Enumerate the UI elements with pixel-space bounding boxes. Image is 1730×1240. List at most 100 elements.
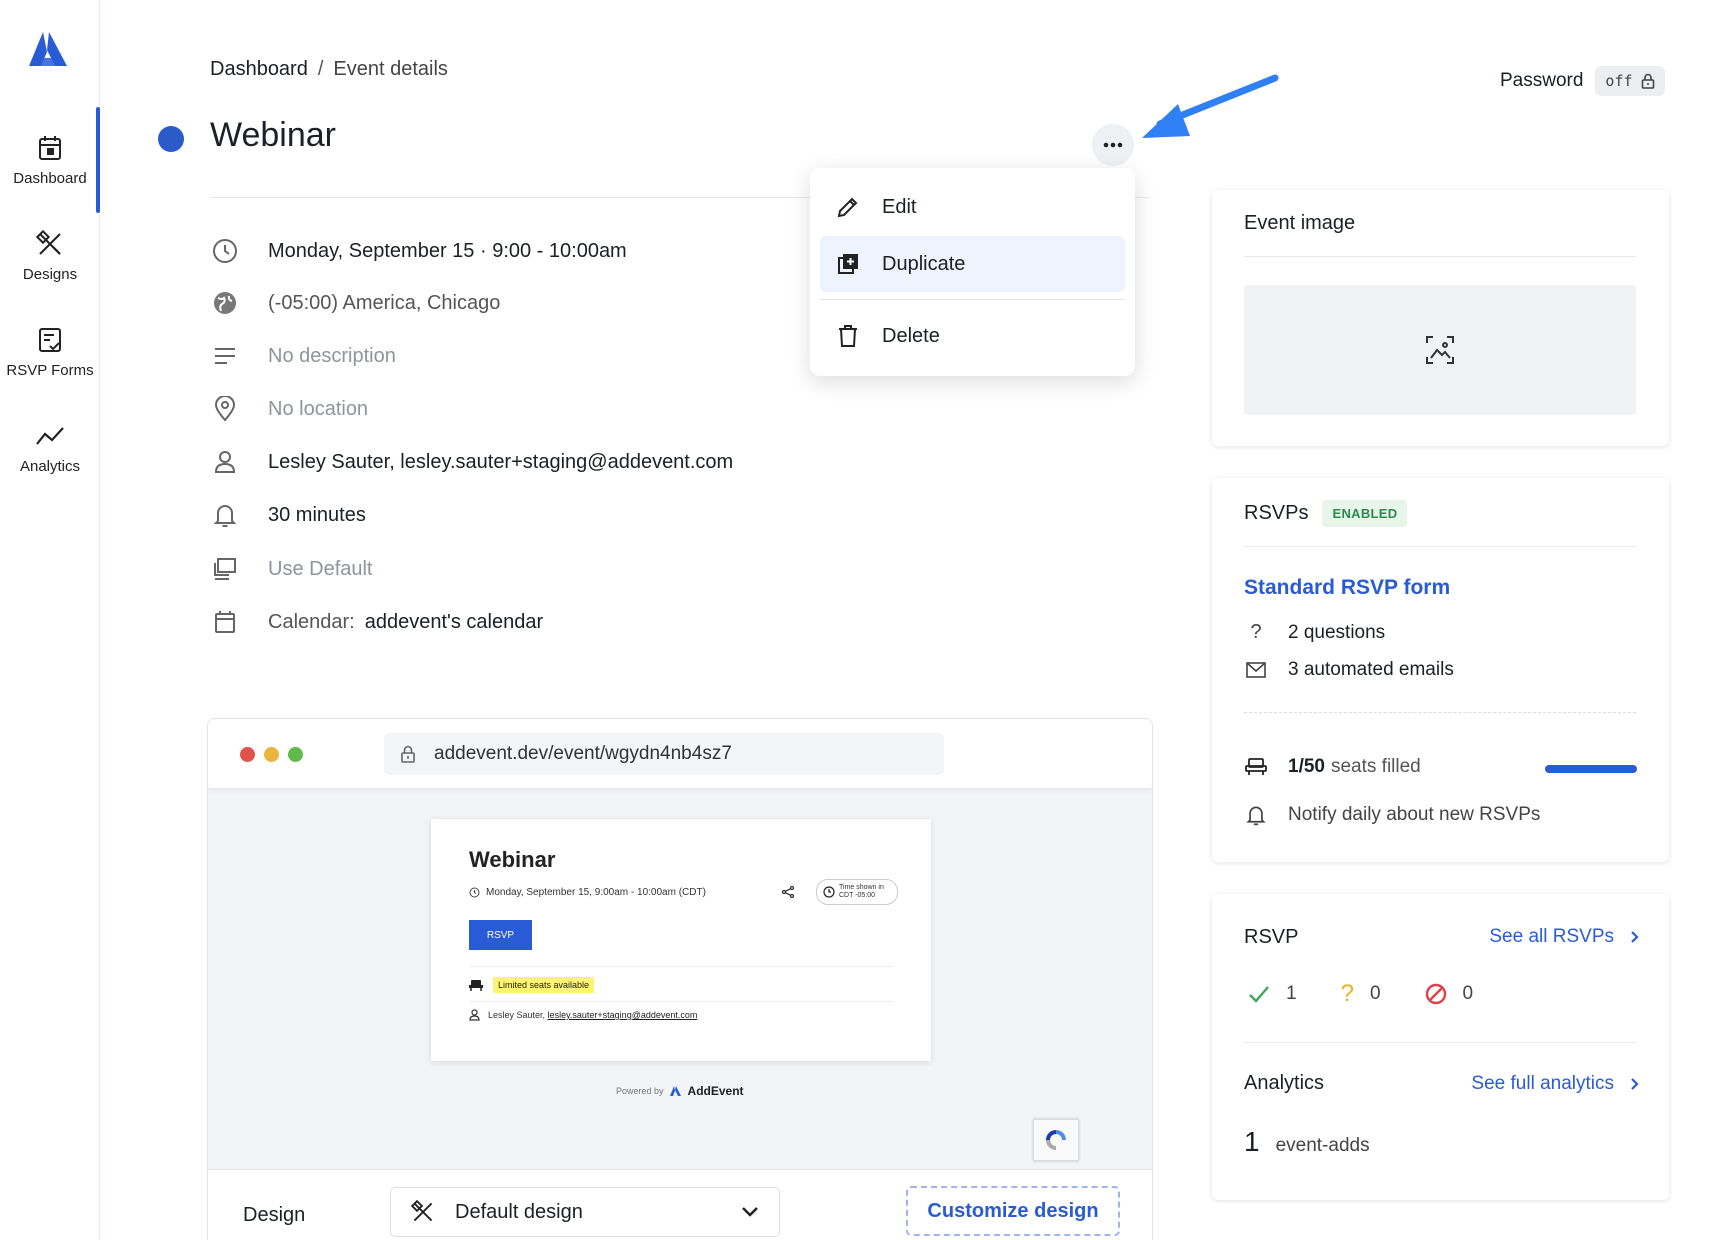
password-toggle[interactable]: off (1595, 66, 1665, 96)
addevent-logo-small (669, 1086, 681, 1096)
see-all-rsvps-link[interactable]: See all RSVPs (1489, 926, 1639, 948)
check-icon (1249, 986, 1269, 1003)
recaptcha-icon (1046, 1130, 1066, 1150)
seats-progress-bar (1545, 765, 1637, 773)
design-select-value: Default design (455, 1200, 583, 1223)
preview-divider (469, 966, 894, 967)
card-dashed-divider (1244, 712, 1636, 713)
preview-divider (469, 1001, 894, 1002)
sidebar: Dashboard Designs RSVP Forms Analytics (0, 0, 100, 1240)
detail-datetime[interactable]: Monday, September 15 · 9:00 - 10:00am (210, 236, 627, 266)
pointer-arrow-annotation (1142, 74, 1279, 138)
rsvp-counts: 1 ? 0 0 (1248, 980, 1473, 1008)
preview-seats: Limited seats available (469, 977, 595, 993)
detail-conference[interactable]: Use Default (210, 554, 373, 584)
analytics-line-icon (36, 427, 64, 445)
detail-timezone[interactable]: (-05:00) America, Chicago (210, 288, 500, 318)
breadcrumb: Dashboard / Event details (210, 58, 448, 81)
declined-icon (1425, 983, 1446, 1005)
window-minimize-dot (264, 747, 279, 762)
detail-description[interactable]: No description (210, 341, 396, 371)
customize-design-button[interactable]: Customize design (906, 1186, 1120, 1236)
detail-location-text: No location (268, 397, 369, 420)
powered-by-label: Powered by (616, 1086, 664, 1096)
calendar-icon (39, 136, 61, 160)
breadcrumb-dashboard[interactable]: Dashboard (210, 58, 308, 80)
event-adds-stat: 1 event-adds (1244, 1126, 1370, 1158)
event-color-dot[interactable] (158, 126, 184, 152)
preview-rsvp-button[interactable]: RSVP (469, 920, 532, 950)
preview-seats-badge: Limited seats available (493, 977, 595, 993)
menu-item-label: Delete (882, 324, 940, 347)
sidebar-item-label: Analytics (19, 458, 81, 475)
rsvp-notify-text: Notify daily about new RSVPs (1288, 804, 1541, 825)
detail-description-text: No description (268, 344, 396, 367)
rsvp-questions: ? 2 questions (1244, 621, 1385, 644)
design-tools-icon (36, 230, 61, 255)
preview-timezone-pill[interactable]: Time shown in CDT -05:00 (816, 879, 898, 905)
window-maximize-dot (288, 747, 303, 762)
breadcrumb-separator: / (317, 58, 324, 80)
pencil-icon (837, 197, 858, 218)
person-icon (214, 451, 236, 473)
detail-calendar[interactable]: Calendar: addevent's calendar (210, 607, 543, 637)
clock-icon (469, 887, 480, 898)
url-bar[interactable]: addevent.dev/event/wgydn4nb4sz7 (384, 733, 944, 775)
addevent-logo[interactable] (25, 28, 71, 74)
design-label: Design (243, 1204, 306, 1226)
rsvp-maybe-count: 0 (1369, 983, 1381, 1004)
trash-icon (839, 325, 857, 347)
chevron-down-icon (742, 1207, 758, 1217)
preview-tz-line2: CDT -05:00 (839, 892, 876, 899)
password-state: off (1605, 72, 1633, 90)
preview-event-date: Monday, September 15, 9:00am - 10:00am (… (469, 887, 706, 898)
see-full-analytics-link[interactable]: See full analytics (1471, 1073, 1639, 1095)
design-select[interactable]: Default design (390, 1187, 780, 1237)
sidebar-item-designs[interactable]: Designs (0, 230, 100, 283)
detail-timezone-text: (-05:00) America, Chicago (268, 291, 501, 314)
card-divider (1244, 1042, 1636, 1043)
menu-item-delete[interactable]: Delete (820, 308, 1125, 364)
seat-icon (1245, 758, 1267, 775)
preview-organizer-email[interactable]: lesley.sauter+staging@addevent.com (548, 1010, 698, 1020)
globe-icon (214, 292, 236, 314)
breadcrumb-current: Event details (333, 58, 448, 80)
share-icon[interactable] (781, 885, 795, 899)
chevron-right-icon (1631, 931, 1639, 943)
seat-icon (469, 980, 483, 991)
event-image-title: Event image (1244, 212, 1356, 234)
calendar-small-icon (215, 611, 235, 633)
password-toggle-group: Password off (1500, 66, 1665, 96)
active-nav-indicator (96, 107, 100, 213)
card-divider (1244, 256, 1636, 257)
rsvp-seats-text: seats filled (1330, 756, 1421, 777)
form-check-icon (39, 328, 61, 352)
detail-reminder[interactable]: 30 minutes (210, 500, 366, 530)
detail-datetime-text: Monday, September 15 · 9:00 - 10:00am (268, 239, 627, 262)
detail-organizer[interactable]: Lesley Sauter, lesley.sauter+staging@add… (210, 447, 733, 477)
event-adds-label: event-adds (1275, 1135, 1370, 1156)
preview-event-title: Webinar (469, 847, 556, 872)
detail-conference-text: Use Default (268, 557, 373, 580)
sidebar-item-label: RSVP Forms (6, 362, 94, 379)
rsvp-notify[interactable]: Notify daily about new RSVPs (1244, 804, 1540, 826)
menu-item-edit[interactable]: Edit (820, 179, 1125, 235)
sidebar-item-analytics[interactable]: Analytics (0, 422, 100, 475)
window-controls (240, 747, 303, 762)
event-image-upload[interactable] (1244, 285, 1636, 415)
menu-divider (820, 299, 1125, 300)
detail-location[interactable]: No location (210, 394, 368, 424)
sidebar-item-rsvp-forms[interactable]: RSVP Forms (0, 326, 100, 379)
rsvp-seats-count: 1/50 (1288, 756, 1325, 777)
event-image-card: Event image (1212, 190, 1669, 446)
detail-calendar-value: addevent's calendar (364, 610, 544, 633)
menu-item-duplicate[interactable]: Duplicate (820, 236, 1125, 292)
preview-organizer-name: Lesley Sauter, (488, 1010, 546, 1020)
lock-icon (401, 745, 415, 763)
recaptcha-badge[interactable] (1033, 1119, 1079, 1161)
sidebar-item-dashboard[interactable]: Dashboard (0, 134, 100, 187)
question-icon: ? (1250, 621, 1262, 643)
more-options-button[interactable] (1092, 124, 1134, 166)
rsvp-form-link[interactable]: Standard RSVP form (1244, 576, 1450, 600)
see-all-rsvps-text: See all RSVPs (1489, 926, 1614, 947)
